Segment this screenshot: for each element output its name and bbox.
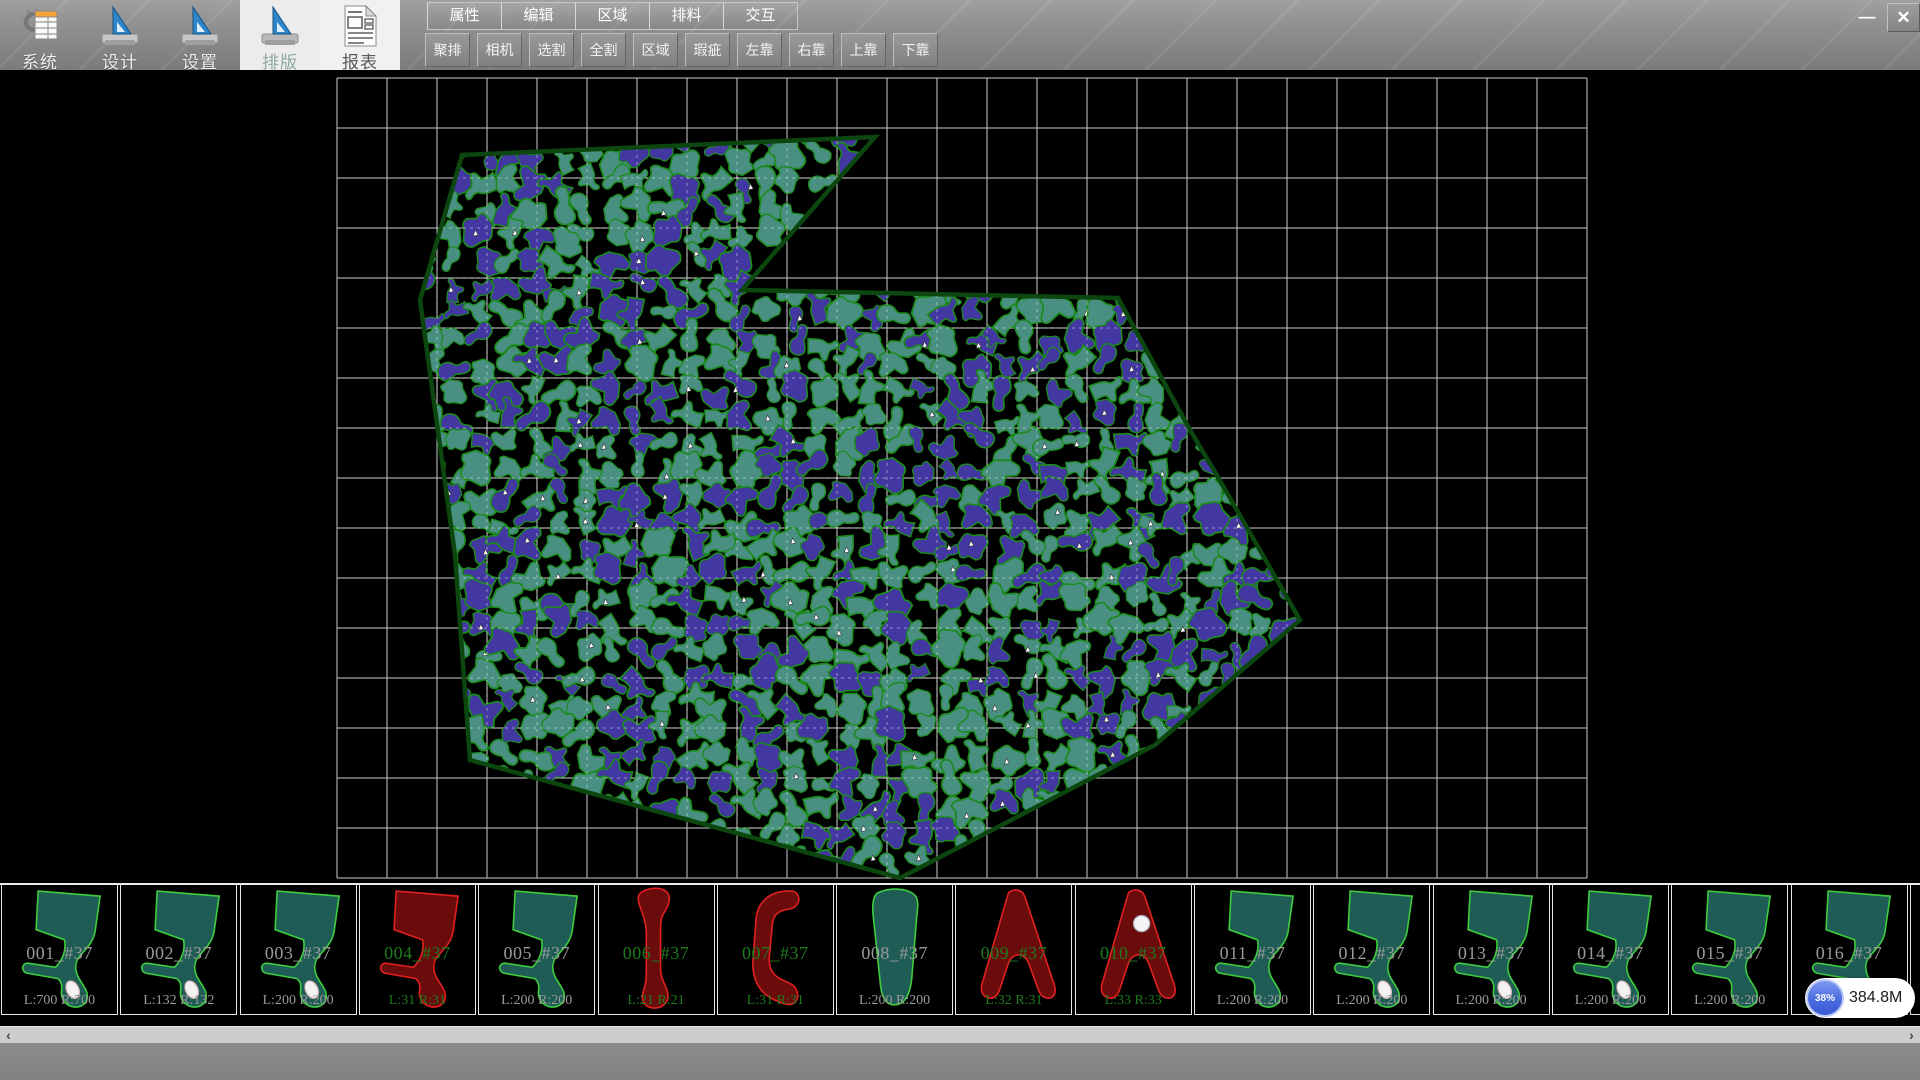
piece-shape [121, 885, 238, 1013]
progress-percent-badge: 38% [1806, 979, 1844, 1017]
tool-button-10[interactable]: 下靠 [893, 33, 938, 67]
menu-tab-row: 属性编辑区域排料交互 [428, 2, 798, 30]
system-button[interactable]: 系统 [0, 0, 80, 70]
thumbnail-scrollbar[interactable]: ‹ › [0, 1026, 1920, 1043]
piece-thumbnail-006_#37[interactable]: 006_#37 L:21 R:21 [598, 885, 715, 1015]
settings-button[interactable]: 设置 [160, 0, 240, 70]
layout-ruler-icon [258, 4, 302, 48]
piece-thumbnail-007_#37[interactable]: 007_#37 L:31 R:31 [717, 885, 834, 1015]
menu-tab-5[interactable]: 交互 [723, 2, 798, 30]
top-toolbar: 系统 设计 设置 [0, 0, 1920, 70]
piece-shape [1672, 885, 1789, 1013]
piece-shape [1076, 885, 1193, 1013]
piece-thumbnail-003_#37[interactable]: 003_#37 L:200 R:200 [240, 885, 357, 1015]
tool-button-9[interactable]: 上靠 [841, 33, 886, 67]
tool-button-row: 聚排相机选割全割区域瑕疵左靠右靠上靠下靠 [425, 33, 945, 67]
piece-thumbnail-009_#37[interactable]: 009_#37 L:32 R:31 [955, 885, 1072, 1015]
piece-shape [956, 885, 1073, 1013]
design-button[interactable]: 设计 [80, 0, 160, 70]
system-gear-icon [18, 4, 62, 48]
piece-thumbnail-013_#37[interactable]: 013_#37 L:200 R:200 [1433, 885, 1550, 1015]
piece-shape [599, 885, 716, 1013]
menu-tab-1[interactable]: 属性 [427, 2, 502, 30]
menu-tab-4[interactable]: 排料 [649, 2, 724, 30]
piece-thumbnail-001_#37[interactable]: 001_#37 L:700 R:700 [1, 885, 118, 1015]
minimize-button[interactable]: — [1850, 3, 1884, 30]
menu-tab-3[interactable]: 区域 [575, 2, 650, 30]
memory-usage-badge: 38% 384.8M [1805, 978, 1915, 1018]
piece-thumbnail-012_#37[interactable]: 012_#37 L:200 R:200 [1313, 885, 1430, 1015]
tool-button-4[interactable]: 全割 [581, 33, 626, 67]
tool-button-7[interactable]: 左靠 [737, 33, 782, 67]
tool-button-8[interactable]: 右靠 [789, 33, 834, 67]
piece-shape [479, 885, 596, 1013]
piece-thumbnail-015_#37[interactable]: 015_#37 L:200 R:200 [1671, 885, 1788, 1015]
piece-thumbnail-010_#37[interactable]: 010_#37 L:33 R:33 [1075, 885, 1192, 1015]
nesting-canvas[interactable] [0, 70, 1920, 883]
piece-shape [837, 885, 954, 1013]
piece-thumbnail-008_#37[interactable]: 008_#37 L:200 R:200 [836, 885, 953, 1015]
report-button[interactable]: 报表 [320, 0, 400, 70]
status-footer [0, 1043, 1920, 1080]
report-doc-icon [338, 4, 382, 48]
menu-tab-2[interactable]: 编辑 [501, 2, 576, 30]
piece-shape [1434, 885, 1551, 1013]
tool-button-6[interactable]: 瑕疵 [685, 33, 730, 67]
layout-button-active[interactable]: 排版 [240, 0, 320, 70]
tool-button-5[interactable]: 区域 [633, 33, 678, 67]
design-ruler-icon [98, 4, 142, 48]
piece-thumbnail-002_#37[interactable]: 002_#37 L:132 R:132 [120, 885, 237, 1015]
piece-shape [241, 885, 358, 1013]
piece-shape [718, 885, 835, 1013]
memory-usage-value: 384.8M [1849, 989, 1902, 1007]
scroll-left-arrow[interactable]: ‹ [0, 1027, 17, 1043]
piece-shape [2, 885, 119, 1013]
tool-button-2[interactable]: 相机 [477, 33, 522, 67]
piece-shape [1195, 885, 1312, 1013]
scroll-right-arrow[interactable]: › [1903, 1027, 1920, 1043]
close-button[interactable]: ✕ [1887, 3, 1920, 32]
tool-button-1[interactable]: 聚排 [425, 33, 470, 67]
piece-thumbnail-004_#37[interactable]: 004_#37 L:31 R:31 [359, 885, 476, 1015]
piece-shape [360, 885, 477, 1013]
piece-thumbnail-strip: 001_#37 L:700 R:700 002_#37 L:132 R:132 … [0, 883, 1920, 1017]
piece-shape [1553, 885, 1670, 1013]
settings-ruler-icon [178, 4, 222, 48]
tool-button-3[interactable]: 选割 [529, 33, 574, 67]
piece-thumbnail-014_#37[interactable]: 014_#37 L:200 R:200 [1552, 885, 1669, 1015]
piece-shape [1314, 885, 1431, 1013]
piece-thumbnail-011_#37[interactable]: 011_#37 L:200 R:200 [1194, 885, 1311, 1015]
piece-thumbnail-005_#37[interactable]: 005_#37 L:200 R:200 [478, 885, 595, 1015]
